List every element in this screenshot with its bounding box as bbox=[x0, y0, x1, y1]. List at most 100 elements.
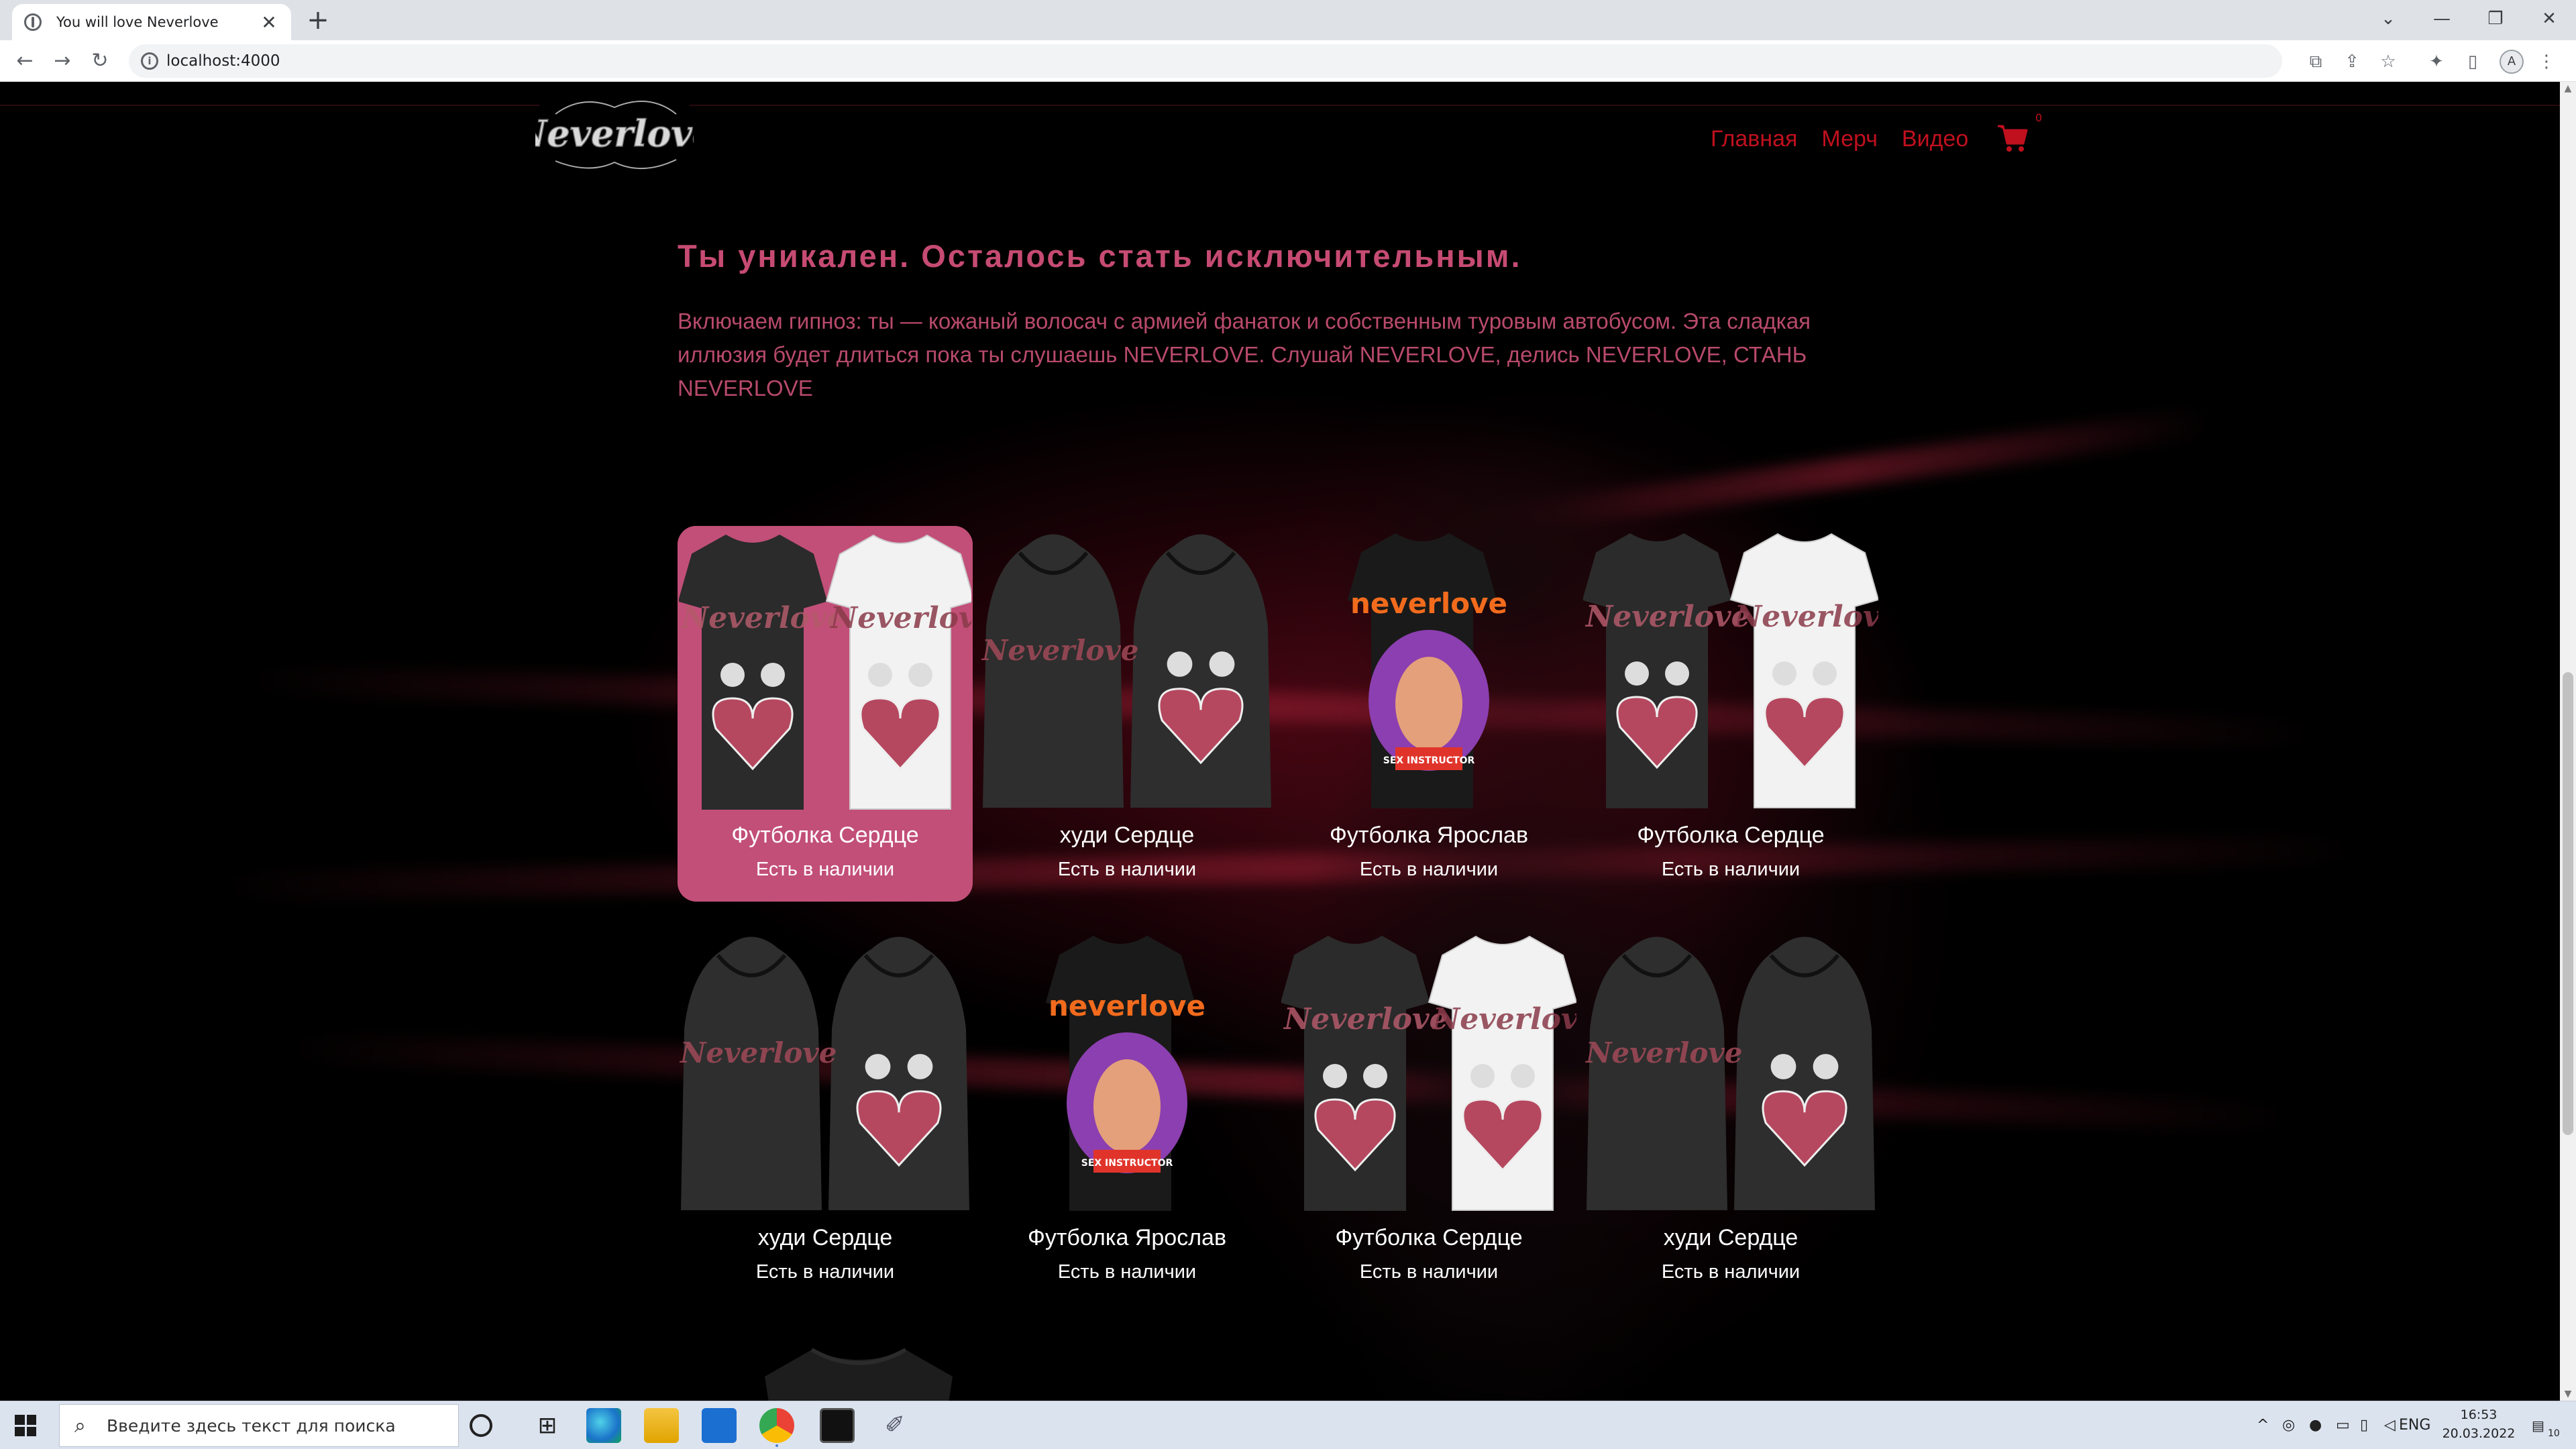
product-image[interactable]: neverlove SEX INSTRUCTOR bbox=[979, 928, 1275, 1217]
product-name[interactable]: худи Сердце bbox=[1583, 1225, 1878, 1251]
microsoft-store-icon[interactable] bbox=[702, 1408, 737, 1443]
browser-tab[interactable]: You will love Neverlove ✕ bbox=[12, 4, 291, 40]
cortana-icon[interactable] bbox=[470, 1414, 492, 1437]
battery-icon[interactable]: ▯ bbox=[2360, 1401, 2368, 1449]
svg-text:SEX INSTRUCTOR: SEX INSTRUCTOR bbox=[1081, 1158, 1173, 1169]
product-card[interactable]: NeverloveNeverlove Футболка Сердце Есть … bbox=[1281, 928, 1576, 1304]
product-name[interactable]: Футболка Ярослав bbox=[1281, 822, 1576, 849]
bookmark-star-icon[interactable]: ☆ bbox=[2375, 48, 2402, 75]
product-card-partial[interactable] bbox=[738, 1330, 979, 1401]
tshirt-artwork: neverlove SEX INSTRUCTOR bbox=[1045, 935, 1205, 1211]
side-panel-icon[interactable]: ▯ bbox=[2459, 48, 2486, 75]
scroll-up-icon[interactable]: ▲ bbox=[2560, 83, 2576, 94]
meet-now-icon[interactable]: ◎ bbox=[2282, 1401, 2295, 1449]
translate-icon[interactable]: ⧉ bbox=[2302, 48, 2329, 75]
clock-time: 16:53 bbox=[2460, 1407, 2498, 1422]
hoodie-artwork: Neverlove bbox=[1585, 936, 1875, 1210]
product-card[interactable]: neverlove SEX INSTRUCTOR Футболка Ярослав… bbox=[1281, 526, 1576, 902]
browser-toolbar: ← → ↻ i localhost:4000 ⧉ ⇪ ☆ ✦ ▯ A ⋮ bbox=[0, 40, 2576, 82]
product-card[interactable]: Neverlove худи Сердце Есть в наличии bbox=[1583, 928, 1878, 1304]
page-scrollbar[interactable]: ▲ ▼ bbox=[2560, 82, 2576, 1401]
windows-start-icon[interactable] bbox=[15, 1415, 36, 1436]
file-explorer-icon[interactable] bbox=[644, 1408, 679, 1443]
profile-avatar[interactable]: A bbox=[2500, 50, 2524, 74]
tshirt-artwork: NeverloveNeverlove bbox=[679, 534, 971, 810]
product-name[interactable]: худи Сердце bbox=[678, 1225, 973, 1251]
product-card[interactable]: Neverlove худи Сердце Есть в наличии bbox=[979, 526, 1275, 902]
extensions-icon[interactable]: ✦ bbox=[2423, 48, 2450, 75]
edge-browser-icon[interactable] bbox=[586, 1408, 621, 1443]
address-bar[interactable]: i localhost:4000 bbox=[129, 44, 2282, 78]
product-image[interactable]: NeverloveNeverlove bbox=[1583, 526, 1878, 814]
header-divider bbox=[0, 105, 2560, 106]
product-stock-status: Есть в наличии bbox=[1661, 859, 1801, 880]
menu-kebab-icon[interactable]: ⋮ bbox=[2533, 48, 2560, 75]
product-image[interactable]: Neverlove bbox=[979, 526, 1275, 814]
product-name[interactable]: худи Сердце bbox=[979, 822, 1275, 849]
nav-link-video[interactable]: Видео bbox=[1902, 126, 1968, 152]
logo-wordmark: Neverlove bbox=[535, 112, 694, 155]
volume-icon[interactable]: ◁ bbox=[2384, 1401, 2396, 1449]
globe-icon bbox=[24, 13, 42, 31]
reload-icon[interactable]: ↻ bbox=[85, 46, 115, 76]
scroll-down-icon[interactable]: ▼ bbox=[2560, 1389, 2576, 1399]
pen-app-icon[interactable]: ✐ bbox=[877, 1408, 912, 1443]
nav-link-home[interactable]: Главная bbox=[1711, 126, 1797, 152]
product-image[interactable]: neverlove SEX INSTRUCTOR bbox=[1281, 526, 1576, 814]
neverlove-logo[interactable]: Neverlove bbox=[535, 87, 694, 181]
product-stock-status: Есть в наличии bbox=[1661, 1261, 1801, 1283]
site-info-icon[interactable]: i bbox=[141, 52, 158, 70]
close-window-button[interactable]: ✕ bbox=[2522, 0, 2576, 38]
page-viewport: Neverlove Главная Мерч Видео 0 Ты уникал… bbox=[0, 82, 2560, 1401]
product-card[interactable]: neverlove SEX INSTRUCTOR Футболка Ярослав… bbox=[979, 928, 1275, 1304]
product-name[interactable]: Футболка Сердце bbox=[678, 822, 973, 849]
minimize-button[interactable]: — bbox=[2415, 0, 2469, 38]
product-image[interactable]: Neverlove bbox=[678, 928, 973, 1217]
svg-text:Neverlove: Neverlove bbox=[1733, 600, 1878, 634]
product-image[interactable]: NeverloveNeverlove bbox=[1281, 928, 1576, 1217]
svg-text:Neverlove: Neverlove bbox=[680, 601, 846, 635]
notification-count: 10 bbox=[2548, 1428, 2560, 1439]
chrome-browser-icon[interactable] bbox=[759, 1408, 794, 1443]
forward-icon[interactable]: → bbox=[47, 46, 78, 76]
tab-search-button[interactable]: ⌄ bbox=[2361, 0, 2415, 38]
close-tab-button[interactable]: ✕ bbox=[259, 11, 279, 34]
product-card[interactable]: NeverloveNeverlove Футболка Сердце Есть … bbox=[678, 526, 973, 902]
page-lead-text: Включаем гипноз: ты — кожаный волосач с … bbox=[678, 309, 1811, 400]
clock-date: 20.03.2022 bbox=[2442, 1426, 2516, 1441]
product-name[interactable]: Футболка Сердце bbox=[1281, 1225, 1576, 1251]
product-grid: NeverloveNeverlove Футболка Сердце Есть … bbox=[678, 526, 1878, 1304]
language-indicator[interactable]: ENG bbox=[2399, 1401, 2432, 1449]
restore-button[interactable]: ❐ bbox=[2469, 0, 2522, 38]
tray-expand-icon[interactable]: ^ bbox=[2257, 1401, 2269, 1449]
taskbar-search-placeholder[interactable]: Введите здесь текст для поиска bbox=[107, 1405, 396, 1448]
new-tab-button[interactable]: + bbox=[303, 5, 333, 35]
scrollbar-thumb[interactable] bbox=[2563, 672, 2573, 1135]
terminal-icon[interactable] bbox=[820, 1408, 855, 1443]
product-card[interactable]: Neverlove худи Сердце Есть в наличии bbox=[678, 928, 973, 1304]
task-view-icon[interactable]: ⊞ bbox=[530, 1408, 565, 1443]
product-stock-status: Есть в наличии bbox=[1057, 1261, 1197, 1283]
notification-center-icon[interactable]: ▤ bbox=[2532, 1401, 2544, 1449]
shopping-cart-icon[interactable] bbox=[1996, 122, 2029, 154]
back-icon[interactable]: ← bbox=[9, 46, 40, 76]
taskbar-search-box[interactable]: ⌕ Введите здесь текст для поиска bbox=[59, 1404, 459, 1447]
network-icon[interactable]: ▭ bbox=[2336, 1401, 2350, 1449]
tab-title: You will love Neverlove bbox=[56, 14, 219, 30]
url-text[interactable]: localhost:4000 bbox=[166, 44, 280, 78]
hoodie-artwork: Neverlove bbox=[679, 936, 969, 1210]
product-card[interactable]: NeverloveNeverlove Футболка Сердце Есть … bbox=[1583, 526, 1878, 902]
nav-link-merch[interactable]: Мерч bbox=[1821, 126, 1878, 152]
product-image[interactable]: NeverloveNeverlove bbox=[678, 526, 973, 814]
tshirt-artwork: NeverloveNeverlove bbox=[1583, 533, 1878, 808]
svg-text:Neverlove: Neverlove bbox=[1585, 600, 1750, 634]
product-image[interactable]: Neverlove bbox=[1583, 928, 1878, 1217]
steam-icon[interactable]: ● bbox=[2309, 1401, 2322, 1449]
svg-text:neverlove: neverlove bbox=[1350, 587, 1507, 620]
svg-text:Neverlove: Neverlove bbox=[981, 634, 1138, 667]
product-name[interactable]: Футболка Сердце bbox=[1583, 822, 1878, 849]
product-name[interactable]: Футболка Ярослав bbox=[979, 1225, 1275, 1251]
taskbar-clock[interactable]: 16:53 20.03.2022 bbox=[2442, 1405, 2516, 1443]
svg-text:SEX INSTRUCTOR: SEX INSTRUCTOR bbox=[1383, 755, 1475, 766]
share-icon[interactable]: ⇪ bbox=[2339, 48, 2365, 75]
